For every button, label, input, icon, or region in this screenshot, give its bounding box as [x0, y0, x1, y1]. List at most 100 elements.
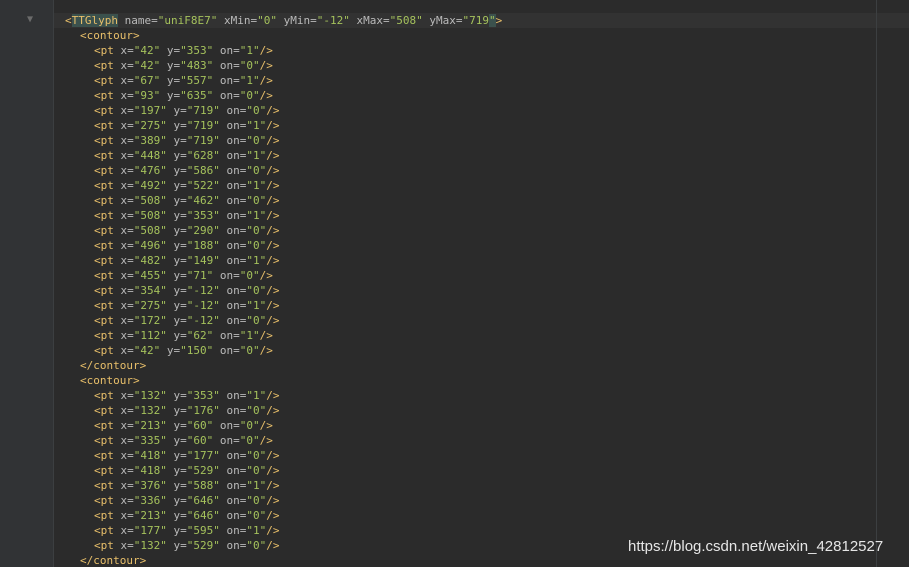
- tag-bracket: />: [266, 524, 280, 537]
- attr-equals: =: [233, 89, 240, 102]
- code-line-pt[interactable]: <pt x="172" y="-12" on="0"/>: [54, 313, 909, 328]
- attr-value: 0: [246, 59, 253, 72]
- code-line-pt[interactable]: <pt x="112" y="62" on="1"/>: [54, 328, 909, 343]
- attr-equals: =: [180, 434, 187, 447]
- attr-value: 719: [193, 119, 214, 132]
- code-line-pt[interactable]: <pt x="448" y="628" on="1"/>: [54, 148, 909, 163]
- attr-quote: ": [180, 89, 187, 102]
- attr-name: on: [226, 179, 240, 192]
- tag-bracket: <: [80, 29, 87, 42]
- tag-bracket: />: [266, 284, 280, 297]
- attr-equals: =: [180, 224, 187, 237]
- code-line-pt[interactable]: <pt x="132" y="176" on="0"/>: [54, 403, 909, 418]
- attr-value: 0: [246, 419, 253, 432]
- attr-quote: ": [160, 464, 167, 477]
- code-line-ttglyph[interactable]: <TTGlyph name="uniF8E7" xMin="0" yMin="-…: [54, 13, 909, 28]
- tag-name: pt: [100, 539, 114, 552]
- watermark-text: https://blog.csdn.net/weixin_42812527: [628, 538, 884, 555]
- code-line-contour-close[interactable]: </contour>: [54, 358, 909, 373]
- code-line-pt[interactable]: <pt x="508" y="462" on="0"/>: [54, 193, 909, 208]
- code-line-pt[interactable]: <pt x="67" y="557" on="1"/>: [54, 73, 909, 88]
- attr-equals: =: [233, 434, 240, 447]
- code-line-pt[interactable]: <pt x="418" y="529" on="0"/>: [54, 463, 909, 478]
- attr-value: 418: [140, 449, 161, 462]
- tag-bracket: />: [266, 209, 280, 222]
- code-line-pt[interactable]: <pt x="508" y="290" on="0"/>: [54, 223, 909, 238]
- tag-bracket: >: [132, 29, 140, 42]
- attr-quote: ": [160, 179, 167, 192]
- code-line-pt[interactable]: <pt x="492" y="522" on="1"/>: [54, 178, 909, 193]
- attr-name: y: [166, 44, 174, 57]
- attr-quote: ": [213, 104, 220, 117]
- attr-value: 482: [140, 254, 161, 267]
- attr-value: 112: [140, 329, 161, 342]
- attr-quote: ": [246, 209, 253, 222]
- attr-quote: ": [246, 404, 253, 417]
- attr-value: 1: [253, 209, 260, 222]
- attr-equals: =: [127, 44, 134, 57]
- attr-name: on: [226, 119, 240, 132]
- attr-name: on: [226, 464, 240, 477]
- attr-quote: ": [246, 284, 253, 297]
- code-line-pt[interactable]: <pt x="197" y="719" on="0"/>: [54, 103, 909, 118]
- code-line-pt[interactable]: <pt x="482" y="149" on="1"/>: [54, 253, 909, 268]
- attr-equals: =: [127, 479, 134, 492]
- attr-value: -12: [193, 314, 214, 327]
- code-editor[interactable]: <TTGlyph name="uniF8E7" xMin="0" yMin="-…: [54, 0, 909, 567]
- code-line-pt[interactable]: <pt x="42" y="150" on="0"/>: [54, 343, 909, 358]
- code-line-pt[interactable]: <pt x="389" y="719" on="0"/>: [54, 133, 909, 148]
- attr-equals: =: [127, 389, 134, 402]
- attr-name: on: [226, 299, 240, 312]
- attr-equals: =: [233, 329, 240, 342]
- tag-name: pt: [100, 419, 114, 432]
- attr-quote: ": [246, 464, 253, 477]
- attr-quote: ": [213, 209, 220, 222]
- code-line-pt[interactable]: <pt x="93" y="635" on="0"/>: [54, 88, 909, 103]
- attr-quote: ": [153, 44, 161, 57]
- tag-bracket: <: [94, 239, 101, 252]
- attr-value: 213: [140, 509, 161, 522]
- tag-name: pt: [100, 239, 114, 252]
- attr-value: 1: [253, 524, 260, 537]
- code-line-pt[interactable]: <pt x="376" y="588" on="1"/>: [54, 478, 909, 493]
- code-line-pt[interactable]: <pt x="177" y="595" on="1"/>: [54, 523, 909, 538]
- code-line-pt[interactable]: <pt x="508" y="353" on="1"/>: [54, 208, 909, 223]
- attr-quote: ": [160, 509, 167, 522]
- attr-value: 149: [193, 254, 214, 267]
- code-line-pt[interactable]: <pt x="455" y="71" on="0"/>: [54, 268, 909, 283]
- attr-value: 635: [186, 89, 207, 102]
- attr-name: on: [226, 404, 240, 417]
- code-line-contour-close[interactable]: </contour>: [54, 553, 909, 567]
- code-line-pt[interactable]: <pt x="213" y="60" on="0"/>: [54, 418, 909, 433]
- code-line-pt[interactable]: <pt x="496" y="188" on="0"/>: [54, 238, 909, 253]
- attr-value: 646: [193, 509, 214, 522]
- attr-quote: ": [246, 389, 253, 402]
- attr-value: 213: [140, 419, 161, 432]
- code-line-contour-open[interactable]: <contour>: [54, 28, 909, 43]
- fold-marker-icon[interactable]: ▼: [27, 14, 35, 26]
- code-line-pt[interactable]: <pt x="418" y="177" on="0"/>: [54, 448, 909, 463]
- tag-bracket: <: [94, 74, 101, 87]
- code-line-pt[interactable]: <pt x="213" y="646" on="0"/>: [54, 508, 909, 523]
- attr-quote: ": [213, 284, 220, 297]
- code-line-pt[interactable]: <pt x="42" y="353" on="1"/>: [54, 43, 909, 58]
- attr-quote: ": [213, 179, 220, 192]
- attr-quote: ": [160, 314, 167, 327]
- code-line-contour-open[interactable]: <contour>: [54, 373, 909, 388]
- attr-equals: =: [180, 179, 187, 192]
- code-line-pt[interactable]: <pt x="336" y="646" on="0"/>: [54, 493, 909, 508]
- attr-value: 132: [140, 389, 161, 402]
- code-line-pt[interactable]: <pt x="354" y="-12" on="0"/>: [54, 283, 909, 298]
- code-line-pt[interactable]: <pt x="275" y="-12" on="1"/>: [54, 298, 909, 313]
- attr-value: 336: [140, 494, 161, 507]
- code-line-pt[interactable]: <pt x="275" y="719" on="1"/>: [54, 118, 909, 133]
- attr-equals: =: [180, 494, 187, 507]
- attr-equals: =: [127, 494, 134, 507]
- tag-bracket: <: [94, 449, 101, 462]
- code-line-pt[interactable]: <pt x="42" y="483" on="0"/>: [54, 58, 909, 73]
- code-line-pt[interactable]: <pt x="132" y="353" on="1"/>: [54, 388, 909, 403]
- tag-bracket: />: [266, 119, 280, 132]
- code-line-pt[interactable]: <pt x="335" y="60" on="0"/>: [54, 433, 909, 448]
- code-line-pt[interactable]: <pt x="476" y="586" on="0"/>: [54, 163, 909, 178]
- attr-value: 719: [193, 104, 214, 117]
